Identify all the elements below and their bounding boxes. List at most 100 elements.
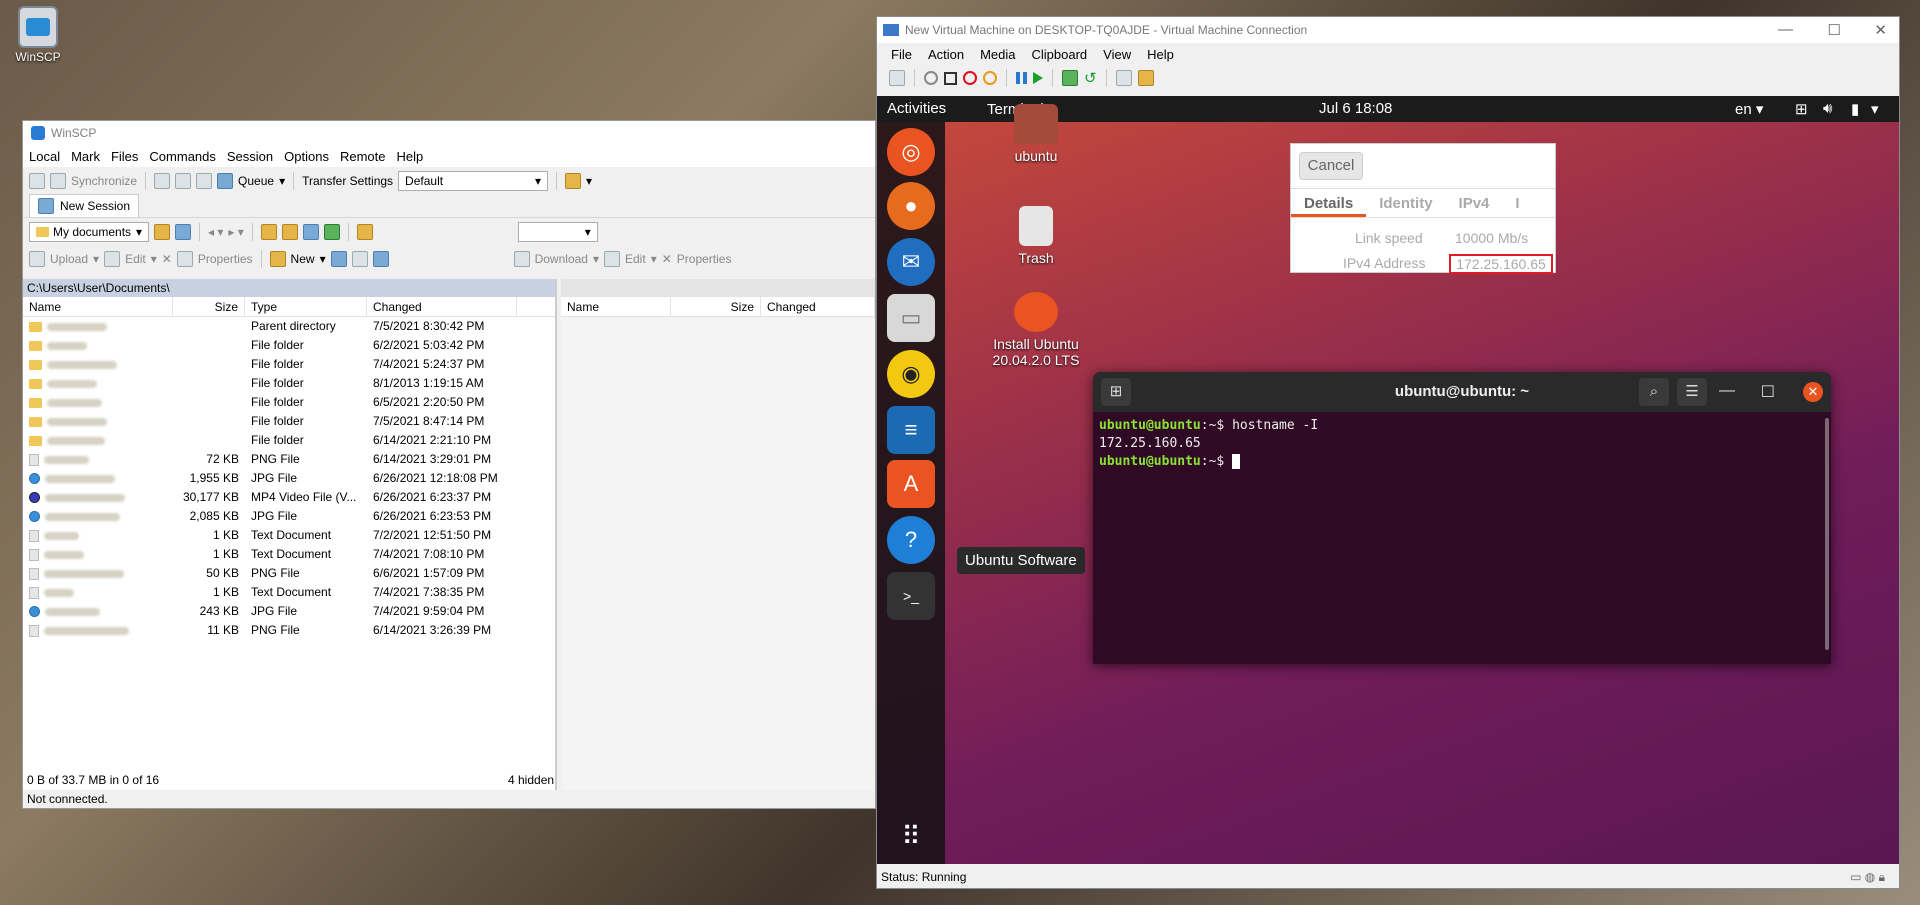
home-folder-icon[interactable]: ubuntu <box>981 104 1091 164</box>
file-row[interactable]: 1 KB Text Document 7/4/2021 7:38:35 PM <box>23 583 555 602</box>
revert-icon[interactable]: ↺ <box>1084 69 1097 87</box>
local-location-select[interactable]: My documents ▾ <box>29 221 149 242</box>
file-row[interactable]: File folder 8/1/2013 1:19:15 AM <box>23 374 555 393</box>
tab-new-session[interactable]: New Session <box>29 194 140 217</box>
parent-dir-icon[interactable] <box>260 223 277 240</box>
network-tab-i[interactable]: I <box>1502 189 1532 217</box>
ubuntu-software-icon[interactable]: A <box>887 460 935 508</box>
terminal-close-icon[interactable]: ✕ <box>1803 382 1823 402</box>
preferences-icon[interactable] <box>196 172 213 189</box>
select-icon[interactable] <box>330 250 347 267</box>
find-files-icon[interactable] <box>356 223 373 240</box>
menu-help[interactable]: Help <box>396 149 423 164</box>
pause-icon[interactable] <box>1016 72 1027 84</box>
start-icon[interactable] <box>924 71 938 85</box>
help-icon[interactable]: ? <box>887 516 935 564</box>
file-row[interactable]: 2,085 KB JPG File 6/26/2021 6:23:53 PM <box>23 507 555 526</box>
file-row[interactable]: 11 KB PNG File 6/14/2021 3:26:39 PM <box>23 621 555 640</box>
language-menu[interactable]: en ▾ <box>1735 100 1763 118</box>
vm-menu-help[interactable]: Help <box>1147 47 1174 62</box>
firefox-icon[interactable]: ● <box>887 182 935 230</box>
compare-icon[interactable] <box>29 172 45 189</box>
clock[interactable]: Jul 6 18:08 <box>1319 100 1392 117</box>
globe-icon[interactable] <box>565 172 582 189</box>
col-changed[interactable]: Changed <box>367 297 517 316</box>
battery-icon[interactable]: ▮ <box>1851 100 1859 118</box>
file-row[interactable]: File folder 7/5/2021 8:47:14 PM <box>23 412 555 431</box>
transfer-settings-select[interactable]: Default ▾ <box>398 170 549 191</box>
network-tab-ipv4[interactable]: IPv4 <box>1446 189 1503 217</box>
ubuntu-logo-icon[interactable]: ◎ <box>887 128 935 176</box>
remote-file-list[interactable] <box>561 317 875 796</box>
menu-mark[interactable]: Mark <box>71 149 100 164</box>
synchronize-icon[interactable] <box>50 172 66 189</box>
putty-icon[interactable] <box>175 172 192 189</box>
show-apps-icon[interactable]: ⠿ <box>887 812 935 860</box>
open-folder-icon[interactable] <box>154 223 170 240</box>
col-type[interactable]: Type <box>245 297 367 316</box>
file-row[interactable]: 243 KB JPG File 7/4/2021 9:59:04 PM <box>23 602 555 621</box>
new-button[interactable]: New <box>291 252 315 266</box>
remote-col-name[interactable]: Name <box>561 297 671 316</box>
terminal-window[interactable]: ⊞ ubuntu@ubuntu: ~ ⌕ ☰ — ☐ ✕ ubuntu@ubun… <box>1093 372 1831 664</box>
file-row[interactable]: File folder 6/2/2021 5:03:42 PM <box>23 336 555 355</box>
winscp-titlebar[interactable]: WinSCP <box>23 121 875 145</box>
checkpoint-icon[interactable] <box>1062 70 1078 86</box>
menu-session[interactable]: Session <box>227 149 273 164</box>
enhanced-session-icon[interactable] <box>1115 70 1132 86</box>
file-row[interactable]: 50 KB PNG File 6/6/2021 1:57:09 PM <box>23 564 555 583</box>
console-icon[interactable] <box>154 172 171 189</box>
remote-location-select[interactable]: ▾ <box>517 221 598 242</box>
file-row[interactable]: 1,955 KB JPG File 6/26/2021 12:18:08 PM <box>23 469 555 488</box>
terminal-minimize-icon[interactable]: — <box>1719 382 1735 400</box>
remote-edit-button[interactable]: Edit <box>625 252 646 266</box>
remote-col-size[interactable]: Size <box>671 297 761 316</box>
root-dir-icon[interactable] <box>281 223 298 240</box>
home-icon[interactable] <box>302 223 319 240</box>
thunderbird-icon[interactable]: ✉ <box>887 238 935 286</box>
delete-icon[interactable]: ✕ <box>162 252 172 266</box>
vm-titlebar[interactable]: New Virtual Machine on DESKTOP-TQ0AJDE -… <box>877 17 1899 43</box>
terminal-output[interactable]: ubuntu@ubuntu:~$ hostname -I 172.25.160.… <box>1093 412 1831 476</box>
hamburger-menu-icon[interactable]: ☰ <box>1677 378 1707 406</box>
activities-button[interactable]: Activities <box>887 100 946 117</box>
remote-delete-icon[interactable]: ✕ <box>662 252 672 266</box>
col-size[interactable]: Size <box>173 297 245 316</box>
terminal-maximize-icon[interactable]: ☐ <box>1761 382 1775 402</box>
save-icon[interactable] <box>983 71 997 85</box>
terminal-scrollbar[interactable] <box>1825 418 1829 650</box>
files-icon[interactable]: ▭ <box>887 294 935 342</box>
network-tab-details[interactable]: Details <box>1291 189 1367 217</box>
remote-properties-button[interactable]: Properties <box>677 252 732 266</box>
vm-menu-view[interactable]: View <box>1103 47 1131 62</box>
menu-remote[interactable]: Remote <box>340 149 386 164</box>
file-row[interactable]: File folder 6/14/2021 2:21:10 PM <box>23 431 555 450</box>
menu-files[interactable]: Files <box>111 149 138 164</box>
writer-icon[interactable]: ≡ <box>887 406 935 454</box>
winscp-desktop-icon[interactable]: WinSCP <box>10 6 66 64</box>
unselect-icon[interactable] <box>351 250 368 267</box>
menu-local[interactable]: Local <box>29 149 60 164</box>
vm-menu-media[interactable]: Media <box>980 47 1015 62</box>
edit-button[interactable]: Edit <box>125 252 146 266</box>
file-row[interactable]: File folder 6/5/2021 2:20:50 PM <box>23 393 555 412</box>
queue-button[interactable]: Queue <box>238 174 274 188</box>
file-row[interactable]: 30,177 KB MP4 Video File (V... 6/26/2021 6… <box>23 488 555 507</box>
minimize-icon[interactable]: — <box>1778 21 1793 38</box>
close-icon[interactable]: ✕ <box>1874 21 1887 39</box>
vm-menu-action[interactable]: Action <box>928 47 964 62</box>
file-row[interactable]: 1 KB Text Document 7/2/2021 12:51:50 PM <box>23 526 555 545</box>
file-row[interactable]: File folder 7/4/2021 5:24:37 PM <box>23 355 555 374</box>
properties-button[interactable]: Properties <box>198 252 253 266</box>
volume-icon[interactable]: 🔊︎ <box>1823 100 1832 117</box>
synchronize-button[interactable]: Synchronize <box>71 174 137 188</box>
maximize-icon[interactable]: ☐ <box>1828 21 1841 39</box>
forward-icon[interactable]: ▸ ▾ <box>228 225 243 239</box>
file-row[interactable]: 72 KB PNG File 6/14/2021 3:29:01 PM <box>23 450 555 469</box>
system-menu-icon[interactable]: ▾ <box>1871 100 1879 118</box>
rhythmbox-icon[interactable]: ◉ <box>887 350 935 398</box>
menu-commands[interactable]: Commands <box>149 149 215 164</box>
ctrl-alt-del-icon[interactable] <box>889 70 905 86</box>
menu-options[interactable]: Options <box>284 149 329 164</box>
filter-files-icon[interactable] <box>372 250 389 267</box>
